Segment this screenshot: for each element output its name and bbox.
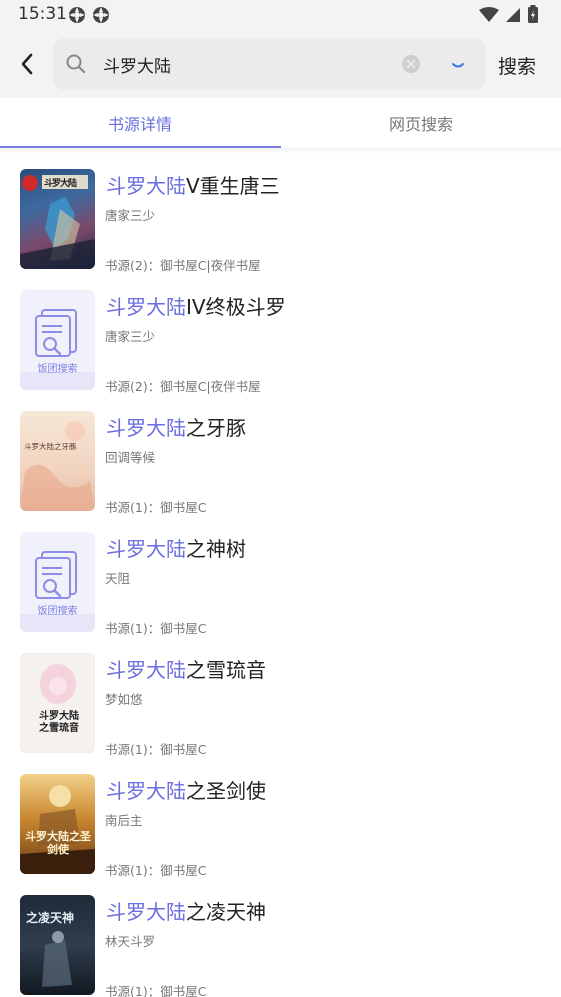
book-source: 书源(1)：御书屋C: [105, 500, 207, 515]
book-author: 回调等候: [105, 450, 156, 465]
search-icon: [66, 54, 86, 74]
book-author: 梦如悠: [105, 692, 143, 707]
book-title: 斗罗大陆V重生唐三: [106, 170, 280, 199]
title-highlight: 斗罗大陆: [106, 416, 186, 440]
book-title: 斗罗大陆之神树: [106, 533, 246, 562]
list-item[interactable]: 之凌天神 斗罗大陆之凌天神 林天斗罗 书源(1)：御书屋C: [0, 880, 561, 997]
cover-title: 斗罗大陆之圣剑使: [25, 830, 91, 856]
search-box[interactable]: [53, 38, 486, 90]
title-highlight: 斗罗大陆: [106, 295, 186, 319]
book-title: 斗罗大陆之圣剑使: [106, 775, 266, 804]
book-source: 书源(1)：御书屋C: [105, 863, 207, 878]
notification-icon: [69, 7, 85, 23]
book-cover: 斗罗大陆之牙豚: [20, 411, 95, 511]
list-item[interactable]: 斗罗大陆之牙豚 斗罗大陆之牙豚 回调等候 书源(1)：御书屋C: [0, 396, 561, 517]
clear-search-icon[interactable]: [401, 54, 421, 74]
book-author: 唐家三少: [105, 208, 156, 223]
cover-title: 斗罗大陆之雪琉音: [39, 711, 79, 734]
book-author: 唐家三少: [105, 329, 156, 344]
tab-bar: 书源详情 网页搜索: [0, 98, 561, 148]
book-title: 斗罗大陆IV终极斗罗: [106, 291, 286, 320]
list-item[interactable]: 斗罗大陆之圣剑使 斗罗大陆之圣剑使 南后主 书源(1)：御书屋C: [0, 759, 561, 880]
back-button[interactable]: [14, 50, 40, 78]
document-search-icon: [35, 309, 77, 357]
title-highlight: 斗罗大陆: [106, 658, 186, 682]
title-highlight: 斗罗大陆: [106, 779, 186, 803]
list-item[interactable]: 斗罗大陆 斗罗大陆V重生唐三 唐家三少 书源(2)：御书屋C|夜伴书屋: [0, 154, 561, 275]
cover-art-icon: [40, 664, 76, 704]
book-cover-placeholder: 饭团搜索: [20, 290, 95, 390]
signal-icon: [506, 7, 520, 22]
book-author: 南后主: [105, 813, 143, 828]
book-source: 书源(2)：御书屋C|夜伴书屋: [105, 258, 261, 273]
list-item[interactable]: 饭团搜索 斗罗大陆IV终极斗罗 唐家三少 书源(2)：御书屋C|夜伴书屋: [0, 275, 561, 396]
title-highlight: 斗罗大陆: [106, 174, 186, 198]
cover-title: 之凌天神: [26, 911, 75, 925]
book-source: 书源(1)：御书屋C: [105, 742, 207, 757]
title-highlight: 斗罗大陆: [106, 900, 186, 924]
title-rest: 之雪琉音: [186, 658, 266, 682]
title-rest: 之牙豚: [186, 416, 246, 440]
book-cover: 斗罗大陆: [20, 169, 95, 269]
cover-art-icon: [20, 421, 95, 511]
book-title: 斗罗大陆之凌天神: [106, 896, 266, 925]
loading-spinner-icon: [452, 63, 464, 68]
book-cover-placeholder: 饭团搜索: [20, 532, 95, 632]
book-author: 天阻: [105, 571, 131, 586]
list-item[interactable]: 斗罗大陆之雪琉音 斗罗大陆之雪琉音 梦如悠 书源(1)：御书屋C: [0, 638, 561, 759]
title-highlight: 斗罗大陆: [106, 537, 186, 561]
book-cover: 之凌天神: [20, 895, 95, 995]
book-cover: 斗罗大陆之雪琉音: [20, 653, 95, 753]
book-cover: 斗罗大陆之圣剑使: [20, 774, 95, 874]
wifi-icon: [479, 6, 499, 22]
book-author: 林天斗罗: [105, 934, 156, 949]
list-item[interactable]: 饭团搜索 斗罗大陆之神树 天阻 书源(1)：御书屋C: [0, 517, 561, 638]
search-button[interactable]: 搜索: [498, 52, 536, 79]
search-input[interactable]: [103, 52, 403, 76]
title-rest: 之圣剑使: [186, 779, 266, 803]
book-source: 书源(1)：御书屋C: [105, 621, 207, 636]
status-right-icons: [479, 5, 539, 24]
cover-art-icon: [20, 785, 95, 874]
tab-web-search[interactable]: 网页搜索: [281, 98, 561, 148]
status-bar: 15:31: [0, 0, 561, 30]
placeholder-label: 饭团搜索: [37, 364, 78, 375]
title-rest: 之神树: [186, 537, 246, 561]
book-title: 斗罗大陆之牙豚: [106, 412, 246, 441]
battery-icon: [528, 5, 538, 23]
title-rest: V重生唐三: [186, 174, 280, 198]
book-source: 书源(1)：御书屋C: [105, 984, 207, 997]
book-source: 书源(2)：御书屋C|夜伴书屋: [105, 379, 261, 394]
book-title: 斗罗大陆之雪琉音: [106, 654, 266, 683]
cover-title: 斗罗大陆之牙豚: [24, 442, 77, 451]
status-time: 15:31: [18, 4, 67, 24]
placeholder-label: 饭团搜索: [37, 606, 78, 617]
cover-title: 斗罗大陆: [44, 179, 77, 189]
tab-source-details[interactable]: 书源详情: [0, 98, 280, 148]
status-left-icons: [68, 6, 110, 24]
chevron-left-icon: [21, 53, 33, 75]
title-rest: IV终极斗罗: [186, 295, 286, 319]
document-search-icon: [35, 551, 77, 599]
notification-icon: [93, 7, 109, 23]
search-header: 搜索: [0, 30, 561, 98]
title-rest: 之凌天神: [186, 900, 266, 924]
